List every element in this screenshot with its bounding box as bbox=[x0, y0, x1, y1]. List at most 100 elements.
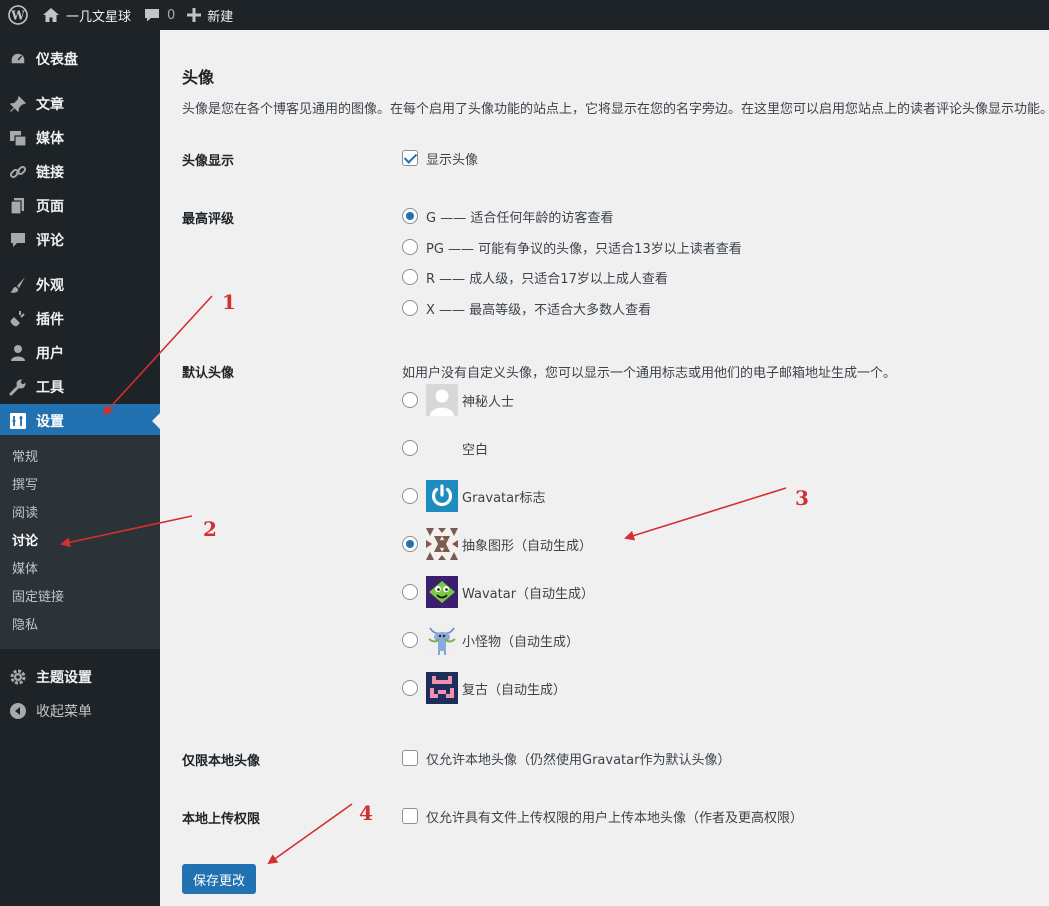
new-content-link[interactable]: 新建 bbox=[181, 0, 239, 30]
sidebar-item-tools[interactable]: 工具 bbox=[0, 370, 160, 404]
wrench-icon bbox=[9, 379, 26, 396]
sidebar-item-pages[interactable]: 页面 bbox=[0, 189, 160, 223]
monster-icon bbox=[426, 624, 458, 656]
section-title: 头像 bbox=[182, 68, 215, 87]
page-icon bbox=[10, 198, 24, 215]
wordpress-logo-button[interactable]: W bbox=[0, 0, 36, 30]
avatar-option-wavatar: Wavatar（自动生成） bbox=[462, 587, 595, 602]
comment-bubble-icon bbox=[145, 9, 160, 22]
avatar-monsterid-image bbox=[426, 624, 458, 656]
sidebar-item-dashboard[interactable]: 仪表盘 bbox=[0, 42, 160, 76]
section-description: 头像是您在各个博客见通用的图像。在每个启用了头像功能的站点上，它将显示在您的名字… bbox=[182, 102, 1049, 117]
avatar-option-mystery: 神秘人士 bbox=[462, 395, 515, 410]
sidebar-item-label: 工具 bbox=[36, 380, 64, 396]
settings-content: 头像 头像是您在各个博客见通用的图像。在每个启用了头像功能的站点上，它将显示在您… bbox=[160, 30, 1049, 906]
submenu-item-writing[interactable]: 撰写 bbox=[12, 476, 38, 496]
sidebar-item-posts[interactable]: 文章 bbox=[0, 87, 160, 121]
save-changes-button[interactable]: 保存更改 bbox=[182, 864, 256, 894]
local-only-option-label: 仅允许本地头像（仍然使用Gravatar作为默认头像） bbox=[426, 753, 731, 768]
avatar-identicon-image bbox=[426, 528, 458, 560]
avatar-wavatar-image bbox=[426, 576, 458, 608]
wavatar-icon bbox=[426, 576, 458, 608]
sidebar-item-label: 仪表盘 bbox=[36, 52, 78, 68]
submenu-item-privacy[interactable]: 隐私 bbox=[12, 616, 38, 636]
avatar-option-monsterid: 小怪物（自动生成） bbox=[462, 635, 580, 650]
avatar-radio-gravatar[interactable] bbox=[402, 488, 418, 504]
avatar-radio-identicon[interactable] bbox=[402, 536, 418, 552]
settings-submenu: 常规 撰写 阅读 讨论 媒体 固定链接 隐私 bbox=[0, 435, 160, 649]
rating-option-x: X —— 最高等级，不适合大多数人查看 bbox=[426, 303, 652, 318]
brush-icon bbox=[10, 277, 25, 293]
plugin-icon bbox=[10, 311, 25, 327]
rating-radio-g[interactable] bbox=[402, 208, 418, 224]
sidebar-item-plugins[interactable]: 插件 bbox=[0, 302, 160, 336]
upload-permission-option-label: 仅允许具有文件上传权限的用户上传本地头像（作者及更高权限） bbox=[426, 811, 804, 826]
sidebar-item-settings[interactable]: 设置 bbox=[0, 404, 160, 438]
submenu-item-permalinks[interactable]: 固定链接 bbox=[12, 588, 64, 608]
avatar-mystery-image bbox=[426, 384, 458, 416]
avatar-radio-mystery[interactable] bbox=[402, 392, 418, 408]
sidebar-item-links[interactable]: 链接 bbox=[0, 155, 160, 189]
home-icon bbox=[43, 8, 59, 22]
sidebar-item-label: 文章 bbox=[36, 97, 64, 113]
local-only-checkbox[interactable] bbox=[402, 750, 418, 766]
show-avatars-label: 头像显示 bbox=[182, 154, 235, 169]
avatar-gravatar-image bbox=[426, 480, 458, 512]
sidebar-item-media[interactable]: 媒体 bbox=[0, 121, 160, 155]
sidebar-item-comments[interactable]: 评论 bbox=[0, 223, 160, 257]
retro-avatar-icon bbox=[426, 672, 458, 704]
upload-permission-label: 本地上传权限 bbox=[182, 812, 261, 827]
settings-icon bbox=[10, 413, 26, 429]
submenu-item-media[interactable]: 媒体 bbox=[12, 560, 38, 580]
local-only-label: 仅限本地头像 bbox=[182, 754, 261, 769]
sidebar-item-label: 主题设置 bbox=[36, 670, 92, 686]
avatar-radio-monsterid[interactable] bbox=[402, 632, 418, 648]
upload-permission-checkbox[interactable] bbox=[402, 808, 418, 824]
sidebar-item-theme-settings[interactable]: 主题设置 bbox=[0, 660, 160, 694]
submenu-item-reading[interactable]: 阅读 bbox=[12, 504, 38, 524]
max-rating-label: 最高评级 bbox=[182, 212, 235, 227]
user-icon bbox=[11, 345, 25, 361]
comments-count: 0 bbox=[167, 7, 176, 23]
identicon-icon bbox=[426, 528, 458, 560]
site-name-link[interactable]: 一几文星球 bbox=[36, 0, 137, 30]
submenu-item-discussion[interactable]: 讨论 bbox=[12, 532, 38, 552]
avatar-radio-retro[interactable] bbox=[402, 680, 418, 696]
dashboard-icon bbox=[10, 52, 26, 65]
gear-icon bbox=[10, 669, 26, 685]
rating-option-g: G —— 适合任何年龄的访客查看 bbox=[426, 211, 614, 226]
site-name: 一几文星球 bbox=[66, 9, 132, 25]
pin-icon bbox=[9, 95, 27, 113]
new-label: 新建 bbox=[207, 9, 234, 25]
avatar-option-identicon: 抽象图形（自动生成） bbox=[462, 539, 593, 554]
collapse-arrow-icon bbox=[10, 703, 26, 719]
sidebar-item-label: 媒体 bbox=[36, 131, 64, 147]
sidebar-item-label: 评论 bbox=[36, 233, 64, 249]
admin-bar: W 一几文星球 0 新建 bbox=[0, 0, 1049, 30]
collapse-menu-button[interactable]: 收起菜单 bbox=[0, 694, 160, 728]
admin-sidebar: 仪表盘 文章 媒体 链接 页面 评论 外观 插件 用户 工具 设置 常规 撰写 … bbox=[0, 30, 160, 906]
plus-icon bbox=[187, 8, 202, 22]
comments-link[interactable]: 0 bbox=[137, 0, 181, 30]
avatar-radio-wavatar[interactable] bbox=[402, 584, 418, 600]
avatar-radio-blank[interactable] bbox=[402, 440, 418, 456]
show-avatars-checkbox[interactable] bbox=[402, 150, 418, 166]
wordpress-logo-icon: W bbox=[8, 5, 28, 25]
avatar-option-retro: 复古（自动生成） bbox=[462, 683, 567, 698]
gravatar-logo-icon bbox=[426, 480, 458, 512]
link-icon bbox=[9, 165, 27, 179]
sidebar-item-label: 收起菜单 bbox=[36, 704, 92, 720]
avatar-retro-image bbox=[426, 672, 458, 704]
sidebar-item-appearance[interactable]: 外观 bbox=[0, 268, 160, 302]
sidebar-item-label: 插件 bbox=[36, 312, 64, 328]
submenu-item-general[interactable]: 常规 bbox=[12, 448, 38, 468]
rating-radio-pg[interactable] bbox=[402, 239, 418, 255]
sidebar-item-users[interactable]: 用户 bbox=[0, 336, 160, 370]
comment-icon bbox=[11, 233, 25, 247]
svg-text:W: W bbox=[10, 9, 25, 23]
avatar-option-gravatar: Gravatar标志 bbox=[462, 491, 546, 506]
rating-radio-r[interactable] bbox=[402, 269, 418, 285]
mystery-person-icon bbox=[426, 384, 458, 416]
show-avatars-option-label: 显示头像 bbox=[426, 153, 479, 168]
rating-radio-x[interactable] bbox=[402, 300, 418, 316]
